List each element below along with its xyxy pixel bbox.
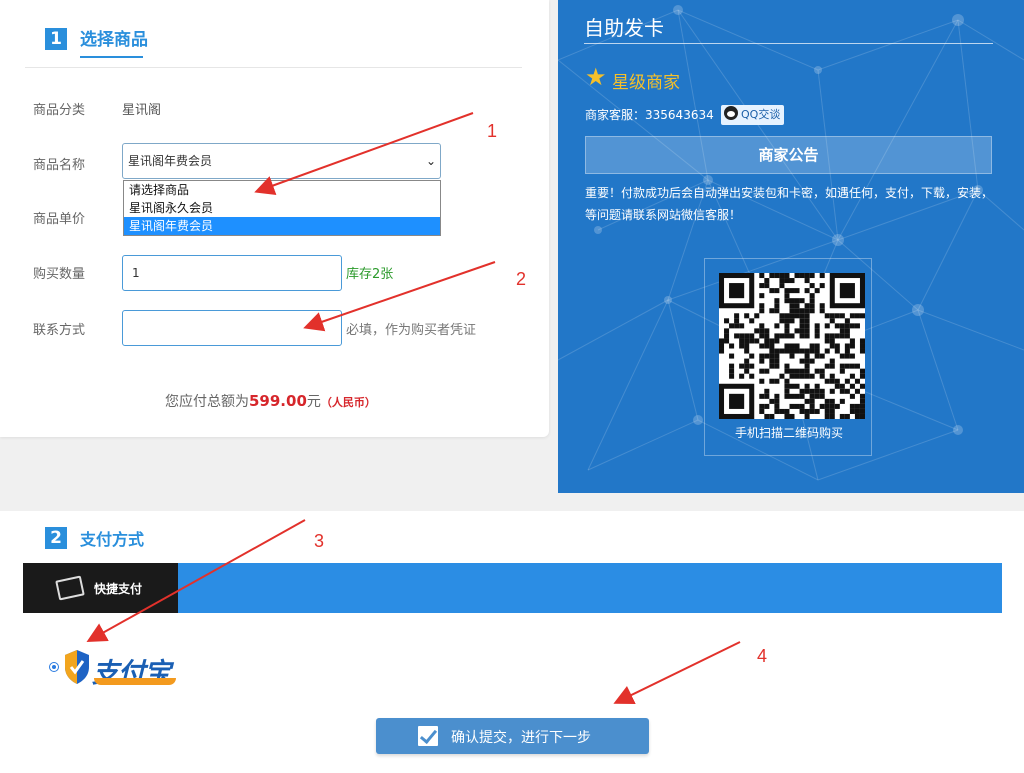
contact-hint: 必填，作为购买者凭证 bbox=[346, 323, 477, 338]
divider bbox=[25, 67, 522, 68]
quantity-label: 购买数量 bbox=[33, 267, 86, 282]
dropdown-option[interactable]: 星讯阁永久会员 bbox=[124, 199, 440, 217]
merchant-level: 星级商家 bbox=[612, 73, 680, 93]
title-underline bbox=[80, 56, 143, 58]
qq-penguin-icon bbox=[724, 106, 738, 120]
submit-button[interactable]: 确认提交，进行下一步 bbox=[376, 718, 649, 754]
stock-text: 库存2张 bbox=[346, 267, 394, 282]
total-prefix: 您应付总额为 bbox=[165, 394, 249, 410]
qq-chat-button[interactable]: QQ交谈 bbox=[721, 105, 785, 125]
notice-text: 重要！付款成功后会自动弹出安装包和卡密，如遇任何，支付，下载，安装，等问题请联系… bbox=[585, 186, 994, 222]
credit-card-icon bbox=[55, 575, 85, 601]
chevron-down-icon: ⌄ bbox=[425, 154, 436, 168]
customer-service: 商家客服：335643634 bbox=[585, 106, 714, 123]
qr-code-image bbox=[719, 273, 865, 419]
qr-caption: 手机扫描二维码购买 bbox=[734, 426, 843, 440]
submit-label: 确认提交，进行下一步 bbox=[451, 730, 591, 746]
quantity-input[interactable]: 1 bbox=[122, 255, 342, 291]
qr-code-box: 手机扫描二维码购买 bbox=[704, 258, 872, 456]
unit-price-label: 商品单价 bbox=[33, 212, 86, 227]
alipay-radio[interactable] bbox=[49, 662, 59, 672]
total-currency: （人民币） bbox=[320, 396, 376, 409]
alipay-swoosh bbox=[94, 678, 176, 685]
category-label: 商品分类 bbox=[33, 103, 86, 118]
step-number: 2 bbox=[45, 527, 67, 549]
quick-pay-tab[interactable]: 快捷支付 bbox=[23, 563, 178, 613]
contact-input[interactable] bbox=[122, 310, 342, 346]
product-select[interactable]: 星讯阁年费会员 ⌄ bbox=[122, 143, 441, 179]
product-select-value: 星讯阁年费会员 bbox=[128, 154, 213, 168]
checkmark-icon bbox=[418, 726, 438, 746]
step-title: 选择商品 bbox=[80, 30, 148, 50]
total-amount: 您应付总额为599.00元（人民币） bbox=[165, 391, 376, 411]
payment-card: 2 支付方式 快捷支付 支付宝 确认提交，进行下一步 bbox=[0, 511, 1024, 773]
product-dropdown-list[interactable]: 请选择商品 星讯阁永久会员 星讯阁年费会员 bbox=[123, 180, 441, 236]
total-value: 599.00 bbox=[249, 392, 307, 410]
category-value: 星讯阁 bbox=[122, 103, 162, 118]
panel-divider bbox=[584, 43, 993, 44]
payment-tab-bar: 快捷支付 bbox=[23, 563, 1002, 613]
star-icon: ★ bbox=[585, 63, 607, 91]
notice-button[interactable]: 商家公告 bbox=[585, 136, 992, 174]
cs-number: 335643634 bbox=[645, 108, 714, 122]
total-unit: 元 bbox=[306, 394, 321, 410]
alipay-shield-icon bbox=[65, 650, 89, 684]
step-title: 支付方式 bbox=[80, 530, 145, 549]
qq-chat-label: QQ交谈 bbox=[741, 108, 781, 121]
product-name-label: 商品名称 bbox=[33, 158, 86, 173]
step-number: 1 bbox=[45, 28, 67, 50]
cs-label: 商家客服： bbox=[585, 108, 646, 122]
contact-label: 联系方式 bbox=[33, 323, 86, 338]
panel-title: 自助发卡 bbox=[584, 16, 664, 40]
auto-card-panel: 自助发卡 ★ 星级商家 商家客服：335643634 QQ交谈 商家公告 重要！… bbox=[558, 0, 1024, 493]
product-card: 1 选择商品 商品分类 星讯阁 商品名称 星讯阁年费会员 ⌄ 商品单价 购买数量… bbox=[0, 0, 549, 437]
dropdown-option[interactable]: 星讯阁年费会员 bbox=[124, 217, 440, 235]
dropdown-option[interactable]: 请选择商品 bbox=[124, 181, 440, 199]
quick-pay-label: 快捷支付 bbox=[94, 582, 143, 596]
